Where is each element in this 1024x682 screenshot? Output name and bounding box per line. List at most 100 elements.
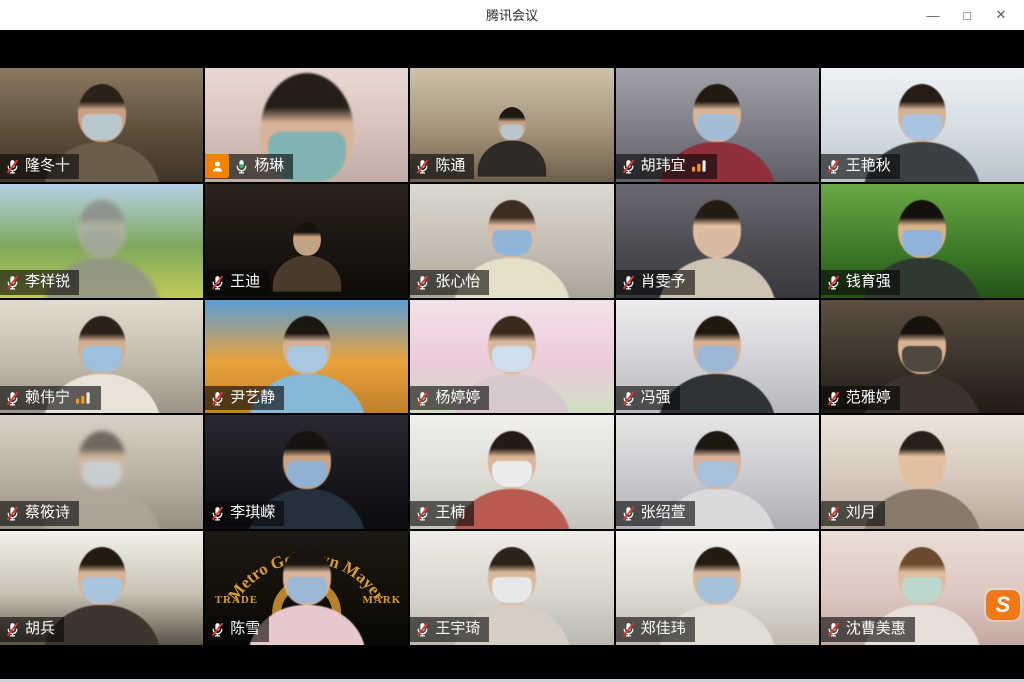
participant-name: 冯强 (641, 389, 671, 408)
participant-tile[interactable]: 王艳秋 (821, 68, 1024, 182)
mic-status-icon (620, 158, 637, 175)
participant-name: 李琪嵘 (230, 504, 275, 523)
network-signal-icon (74, 391, 92, 405)
participant-label: 王楠 (410, 501, 474, 526)
mic-status-icon (825, 390, 842, 407)
participant-tile[interactable]: 张心怡 (410, 184, 613, 298)
window-titlebar: 腾讯会议 — □ ✕ (0, 0, 1024, 30)
participant-tile[interactable]: 杨琳 (205, 68, 408, 182)
mic-status-icon (4, 621, 21, 638)
participant-label: 李祥锐 (0, 270, 79, 295)
meeting-stage: 隆冬十 杨琳 陈通 (0, 30, 1024, 682)
mic-status-icon (620, 274, 637, 291)
mic-status-icon (825, 621, 842, 638)
participant-label: 王迪 (205, 270, 269, 295)
participant-label: 沈曹美惠 (821, 617, 915, 642)
participant-label: 尹艺静 (205, 386, 284, 411)
participant-tile[interactable]: 李琪嵘 (205, 415, 408, 529)
participant-name: 赖伟宁 (25, 389, 70, 408)
participant-tile[interactable]: 冯强 (616, 300, 819, 414)
mic-status-icon (825, 274, 842, 291)
participant-label: 胡兵 (0, 617, 64, 642)
participant-tile[interactable]: 隆冬十 (0, 68, 203, 182)
participant-name: 郑佳玮 (641, 620, 686, 639)
participant-label: 蔡筱诗 (0, 501, 79, 526)
participant-tile[interactable]: 胡兵 (0, 531, 203, 645)
participant-tile[interactable]: 肖雯予 (616, 184, 819, 298)
minimize-button[interactable]: — (918, 2, 948, 28)
participant-tile[interactable]: 王楠 (410, 415, 613, 529)
participant-label: 张绍萱 (616, 501, 695, 526)
participant-name: 张绍萱 (641, 504, 686, 523)
mic-status-icon (825, 158, 842, 175)
mic-status-icon (825, 505, 842, 522)
mic-status-icon (414, 390, 431, 407)
participant-silhouette (468, 107, 555, 177)
mic-status-icon (4, 274, 21, 291)
participant-label: 陈雪 (205, 617, 269, 642)
mic-status-icon (4, 158, 21, 175)
participant-name: 陈雪 (230, 620, 260, 639)
mic-status-icon (414, 505, 431, 522)
participant-name: 沈曹美惠 (846, 620, 906, 639)
participant-tile[interactable]: 蔡筱诗 (0, 415, 203, 529)
mic-status-icon (620, 505, 637, 522)
participant-tile[interactable]: 赖伟宁 (0, 300, 203, 414)
participant-tile[interactable]: 王宇琦 (410, 531, 613, 645)
participant-tile[interactable]: 胡玮宜 (616, 68, 819, 182)
participant-label: 范雅婷 (821, 386, 900, 411)
participant-label: 杨婷婷 (410, 386, 489, 411)
participant-name: 王楠 (435, 504, 465, 523)
participant-tile[interactable]: S 沈曹美惠 (821, 531, 1024, 645)
participant-tile[interactable]: 张绍萱 (616, 415, 819, 529)
participant-label: 刘月 (821, 501, 885, 526)
participant-label: 陈通 (410, 154, 474, 179)
participant-label: 郑佳玮 (616, 617, 695, 642)
mic-status-icon (209, 390, 226, 407)
participant-tile[interactable]: 王迪 (205, 184, 408, 298)
person-icon (210, 159, 225, 174)
close-button[interactable]: ✕ (986, 2, 1016, 28)
participant-name: 王艳秋 (846, 157, 891, 176)
mic-status-icon (233, 158, 250, 175)
participant-label: 王宇琦 (410, 617, 489, 642)
participant-silhouette (263, 222, 350, 292)
participant-label: 钱育强 (821, 270, 900, 295)
participant-name: 胡兵 (25, 620, 55, 639)
mic-status-icon (414, 274, 431, 291)
mic-status-icon (414, 158, 431, 175)
participant-label: 赖伟宁 (0, 386, 101, 411)
participant-label: 胡玮宜 (616, 154, 717, 179)
participant-name: 肖雯予 (641, 273, 686, 292)
participant-name: 杨琳 (254, 157, 284, 176)
participant-name: 尹艺静 (230, 389, 275, 408)
participant-name: 隆冬十 (25, 157, 70, 176)
participant-tile[interactable]: Metro Goldwyn Mayer TRADE MARK 陈雪 (205, 531, 408, 645)
participant-name: 张心怡 (435, 273, 480, 292)
participant-label: 王艳秋 (821, 154, 900, 179)
participant-name: 杨婷婷 (435, 389, 480, 408)
mic-status-icon (4, 390, 21, 407)
mic-status-icon (209, 505, 226, 522)
mic-status-icon (209, 274, 226, 291)
participant-tile[interactable]: 钱育强 (821, 184, 1024, 298)
participant-tile[interactable]: 陈通 (410, 68, 613, 182)
participant-tile[interactable]: 范雅婷 (821, 300, 1024, 414)
participant-label: 杨琳 (205, 154, 293, 179)
participant-tile[interactable]: 李祥锐 (0, 184, 203, 298)
window-controls: — □ ✕ (918, 0, 1016, 30)
participant-tile[interactable]: 杨婷婷 (410, 300, 613, 414)
participant-tile[interactable]: 尹艺静 (205, 300, 408, 414)
network-signal-icon (690, 159, 708, 173)
participant-tile[interactable]: 刘月 (821, 415, 1024, 529)
mic-status-icon (414, 621, 431, 638)
participant-name: 李祥锐 (25, 273, 70, 292)
participant-name: 钱育强 (846, 273, 891, 292)
participant-name: 刘月 (846, 504, 876, 523)
maximize-button[interactable]: □ (952, 2, 982, 28)
mic-status-icon (620, 390, 637, 407)
participant-tile[interactable]: 郑佳玮 (616, 531, 819, 645)
participant-name: 王宇琦 (435, 620, 480, 639)
mic-status-icon (4, 505, 21, 522)
participant-label: 肖雯予 (616, 270, 695, 295)
